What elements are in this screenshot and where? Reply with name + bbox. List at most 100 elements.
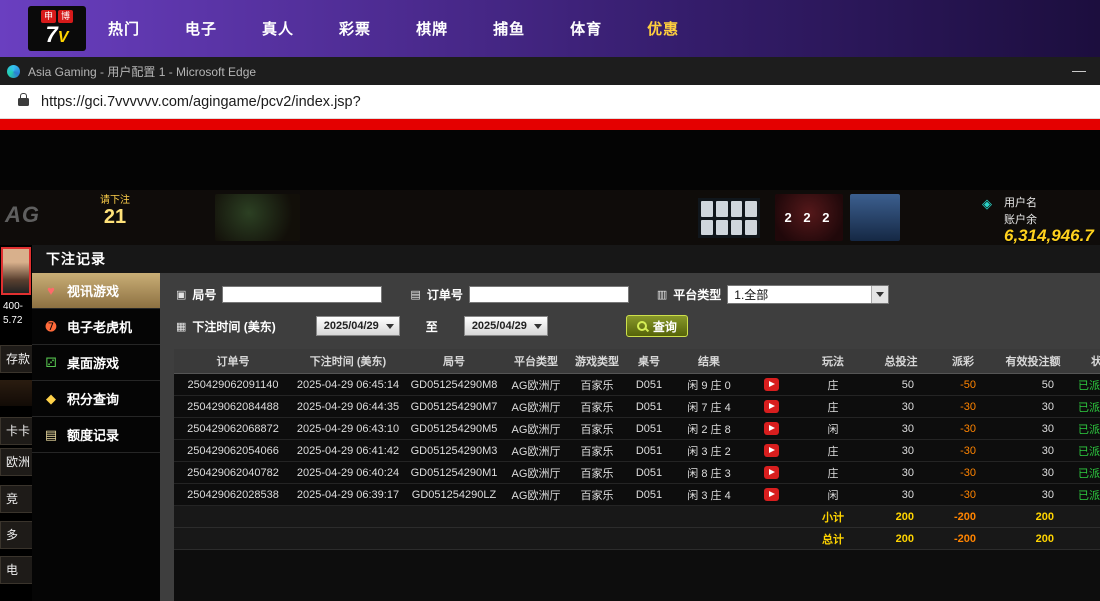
replay-play-button[interactable] [764,400,779,413]
cell-result: 闲 3 庄 4 [672,484,746,506]
red-divider [0,119,1100,130]
search-button[interactable]: 查询 [626,315,688,337]
username-label: 用户名 [1004,194,1037,210]
nav-item-board-games[interactable]: 棋牌 [416,18,448,39]
round-input[interactable] [222,286,382,303]
nav-item-slots[interactable]: 电子 [185,18,217,39]
header-result: 结果 [672,349,746,374]
sidebar-item-points-query[interactable]: ◆ 积分查询 [32,381,160,417]
table-row: 250429062054066 2025-04-29 06:41:42 GD05… [174,440,1100,462]
lock-icon[interactable] [18,98,29,106]
cell-round: GD051254290M8 [404,374,504,396]
header-time: 下注时间 (美东) [292,349,404,374]
sidebar-item-table-games[interactable]: ⚂ 桌面游戏 [32,345,160,381]
nav-item-fishing[interactable]: 捕鱼 [493,18,525,39]
platform-filter: ▥ 平台类型 1.全部 [657,285,889,304]
logo-tile-2: 博 [58,10,73,23]
modal-title: 下注记录 [46,249,106,269]
cell-round: GD051254290M7 [404,396,504,418]
header-total-bet: 总投注 [870,349,932,374]
user-diamond-icon: ◈ [982,196,992,212]
game-thumbnail-2 [850,194,900,241]
sidebar-label: 视讯游戏 [67,281,119,300]
avatar-thumbnail [1,247,31,295]
grandtotal-payout: -200 [932,528,994,550]
balance-label: 账户余 [1004,211,1037,227]
platform-label: 平台类型 [673,286,721,303]
edge-tab-icon [7,65,20,78]
cell-total-bet: 30 [870,484,932,506]
cell-result: 闲 8 庄 3 [672,462,746,484]
background-banner: AG 请下注 21 2 2 2 ◈ 用户名 账户余 6,314,946.7 [0,190,1100,245]
cell-platform: AG欧洲厅 [504,440,568,462]
cell-platform: AG欧洲厅 [504,374,568,396]
header-status: 状态 [1072,349,1100,374]
grandtotal-valid: 200 [994,528,1072,550]
table-row: 250429062028538 2025-04-29 06:39:17 GD05… [174,484,1100,506]
rail-item-cards[interactable]: 卡卡 [0,417,32,445]
replay-play-button[interactable] [764,488,779,501]
cell-replay [746,440,796,462]
address-bar[interactable]: https://gci.7vvvvvv.com/agingame/pcv2/in… [0,85,1100,119]
nav-item-sports[interactable]: 体育 [570,18,602,39]
bet-records-modal: 下注记录 ♥ 视讯游戏 ➐ 电子老虎机 ⚂ 桌面游戏 ◆ 积分查询 [32,245,1100,601]
cell-valid-bet: 30 [994,484,1072,506]
date-to-picker[interactable]: 2025/04/29 [464,316,548,336]
table-row: 250429062084488 2025-04-29 06:44:35 GD05… [174,396,1100,418]
cell-time: 2025-04-29 06:39:17 [292,484,404,506]
cell-method: 庄 [796,462,870,484]
cell-result: 闲 9 庄 0 [672,374,746,396]
cell-payout: -30 [932,396,994,418]
cell-game: 百家乐 [568,374,626,396]
replay-play-button[interactable] [764,466,779,479]
cell-method: 庄 [796,374,870,396]
site-logo[interactable]: 申 博 7 V [28,6,86,51]
subtotal-label: 小计 [796,506,870,528]
sidebar-item-quota-records[interactable]: ▤ 额度记录 [32,417,160,453]
rail-promo-thumbnail [0,380,32,406]
cell-round: GD051254290M3 [404,440,504,462]
grandtotal-label: 总计 [796,528,870,550]
cell-valid-bet: 50 [994,374,1072,396]
page-content: AG 请下注 21 2 2 2 ◈ 用户名 账户余 6,314,946.7 40… [0,130,1100,601]
rail-item-electronic[interactable]: 电 [0,556,32,584]
search-button-label: 查询 [653,318,677,335]
replay-play-button[interactable] [764,422,779,435]
cell-replay [746,396,796,418]
url-text[interactable]: https://gci.7vvvvvv.com/agingame/pcv2/in… [41,94,361,110]
cell-valid-bet: 30 [994,418,1072,440]
cell-platform: AG欧洲厅 [504,396,568,418]
cell-result: 闲 7 庄 4 [672,396,746,418]
search-icon [637,321,647,331]
order-input[interactable] [469,286,629,303]
cell-status: 已派彩 [1072,418,1100,440]
date-from-value: 2025/04/29 [324,320,379,332]
rail-item-multi[interactable]: 多 [0,521,32,549]
date-from-picker[interactable]: 2025/04/29 [316,316,400,336]
cell-order: 250429062084488 [174,396,292,418]
header-table-no: 桌号 [626,349,672,374]
rail-item-europe[interactable]: 欧洲 [0,448,32,476]
nav-item-promotions[interactable]: 优惠 [647,18,679,39]
replay-play-button[interactable] [764,378,779,391]
rail-item-deposit[interactable]: 存款 [0,345,32,373]
nav-item-lottery[interactable]: 彩票 [339,18,371,39]
cell-payout: -30 [932,418,994,440]
cell-payout: -50 [932,374,994,396]
rail-item-competition[interactable]: 竞 [0,485,32,513]
cell-platform: AG欧洲厅 [504,484,568,506]
chevron-down-icon[interactable] [871,286,888,303]
sidebar-item-video-games[interactable]: ♥ 视讯游戏 [32,273,160,309]
nav-item-live[interactable]: 真人 [262,18,294,39]
nav-item-hot[interactable]: 热门 [108,18,140,39]
to-label: 至 [426,318,438,335]
cell-order: 250429062068872 [174,418,292,440]
banner-numbers: 2 2 2 [775,194,843,241]
round-label: 局号 [192,286,216,303]
platform-select[interactable]: 1.全部 [727,285,889,304]
minimize-button[interactable]: — [1072,57,1086,85]
cell-platform: AG欧洲厅 [504,462,568,484]
replay-play-button[interactable] [764,444,779,457]
sidebar-item-slot-machines[interactable]: ➐ 电子老虎机 [32,309,160,345]
slot-machine-icon: ➐ [43,319,59,335]
